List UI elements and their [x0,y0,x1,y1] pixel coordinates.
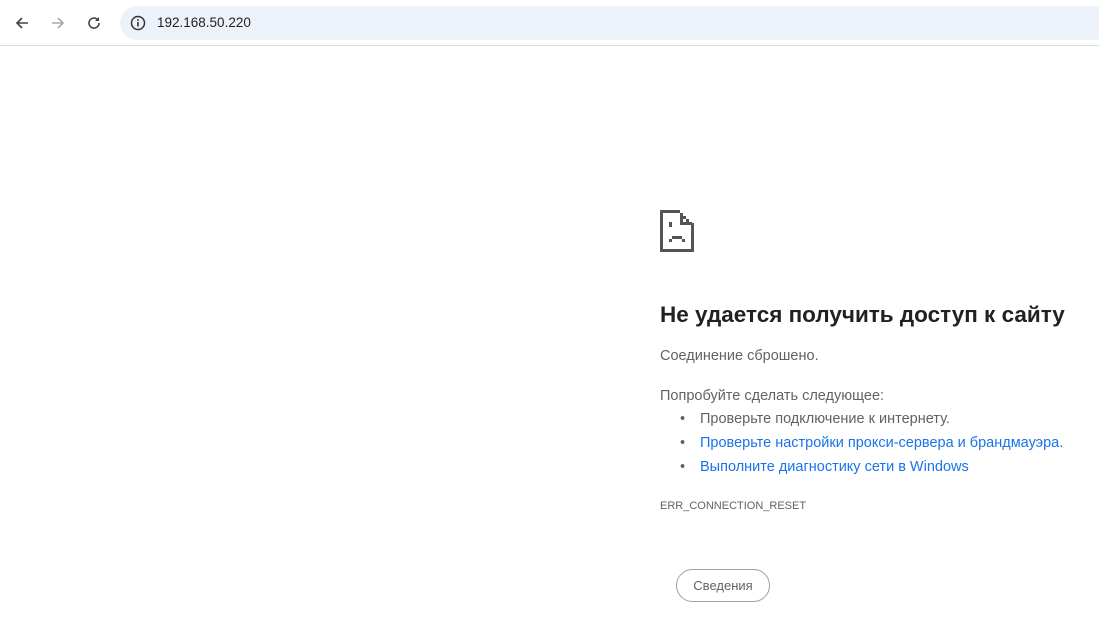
error-title: Не удается получить доступ к сайту [660,302,1065,327]
browser-toolbar: 192.168.50.220 [0,0,1099,46]
suggestion-link-text[interactable]: Проверьте настройки прокси-сервера и бра… [700,435,1063,451]
arrow-right-icon [52,17,65,29]
info-icon[interactable] [130,15,146,31]
suggestion-link-proxy[interactable]: Проверьте настройки прокси-сервера и бра… [680,435,1063,451]
details-button[interactable]: Сведения [676,569,770,602]
suggestion-text: Проверьте подключение к интернету. [700,411,950,427]
back-button[interactable] [11,12,33,34]
reload-button[interactable] [83,12,105,34]
arrow-left-icon [15,17,28,29]
suggestion-item: Проверьте подключение к интернету. [680,411,950,427]
suggest-heading: Попробуйте сделать следующее: [660,388,885,404]
error-subtitle: Соединение сброшено. [660,348,819,364]
url-text[interactable]: 192.168.50.220 [157,15,251,30]
reload-icon [88,17,100,29]
address-bar[interactable]: 192.168.50.220 [120,6,1099,40]
error-code: ERR_CONNECTION_RESET [660,500,807,512]
sad-page-icon [660,210,694,252]
forward-button[interactable] [47,12,69,34]
suggestion-link-text[interactable]: Выполните диагностику сети в Windows [700,459,969,475]
suggestion-link-diagnostics[interactable]: Выполните диагностику сети в Windows [680,459,969,475]
